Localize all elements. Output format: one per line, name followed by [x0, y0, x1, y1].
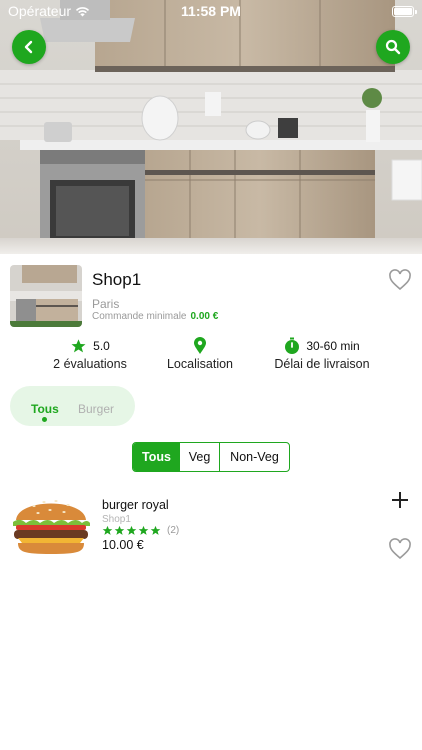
plus-icon	[392, 492, 408, 508]
rating-info: 5.0 2 évaluations	[50, 337, 130, 371]
star-icon	[114, 525, 125, 535]
min-order: Commande minimale 0.00 €	[92, 311, 218, 322]
star-icon	[138, 525, 149, 535]
product-item[interactable]: burger royal Shop1 (2) 10.00 €	[10, 488, 412, 566]
search-icon	[385, 39, 401, 55]
min-order-label: Commande minimale	[92, 311, 187, 322]
location-info[interactable]: Localisation	[160, 337, 240, 371]
kitchen-photo	[0, 0, 422, 254]
search-button[interactable]	[376, 30, 410, 64]
min-order-value: 0.00 €	[190, 311, 219, 322]
category-tabs: Tous Burger	[10, 386, 135, 426]
chevron-left-icon	[24, 40, 33, 54]
battery-icon	[392, 5, 417, 17]
stopwatch-icon	[285, 337, 300, 354]
filter-tous[interactable]: Tous	[133, 443, 180, 471]
add-to-cart-button[interactable]	[390, 490, 410, 510]
diet-filter: Tous Veg Non-Veg	[132, 442, 290, 472]
status-bar: Opérateur 11:58 PM	[0, 0, 422, 22]
shop-thumbnail	[10, 265, 82, 327]
reviews-count: 2 évaluations	[53, 357, 127, 371]
product-review-count: (2)	[167, 525, 180, 536]
shop-city: Paris	[92, 297, 120, 311]
product-image	[10, 490, 92, 560]
product-name: burger royal	[102, 498, 169, 512]
star-icon	[150, 525, 161, 535]
heart-outline-icon	[389, 269, 411, 291]
product-price: 10.00 €	[102, 538, 144, 552]
heart-outline-icon	[389, 538, 411, 560]
star-icon	[126, 525, 137, 535]
shop-header: Shop1 Paris Commande minimale 0.00 €	[10, 265, 412, 327]
star-icon	[71, 339, 86, 353]
delivery-info: 30-60 min Délai de livraison	[272, 337, 372, 371]
active-category-indicator	[42, 417, 47, 422]
filter-veg[interactable]: Veg	[180, 443, 220, 471]
delivery-time: 30-60 min	[306, 339, 360, 353]
hero-image	[0, 0, 422, 254]
location-label: Localisation	[166, 357, 233, 371]
map-pin-icon	[194, 337, 206, 354]
shop-info-row: 5.0 2 évaluations Localisation 30-60 min…	[0, 337, 422, 377]
product-shop: Shop1	[102, 514, 131, 525]
product-rating: (2)	[102, 525, 179, 536]
filter-non-veg[interactable]: Non-Veg	[220, 443, 289, 471]
back-button[interactable]	[12, 30, 46, 64]
delivery-label: Délai de livraison	[274, 357, 370, 371]
status-time: 11:58 PM	[181, 3, 241, 19]
star-icon	[102, 525, 113, 535]
rating-value: 5.0	[93, 339, 110, 353]
category-tab-burger[interactable]: Burger	[78, 402, 114, 416]
category-tab-tous[interactable]: Tous	[31, 402, 59, 416]
shop-name: Shop1	[92, 270, 142, 289]
favorite-product-button[interactable]	[388, 538, 412, 560]
favorite-shop-button[interactable]	[388, 269, 412, 291]
